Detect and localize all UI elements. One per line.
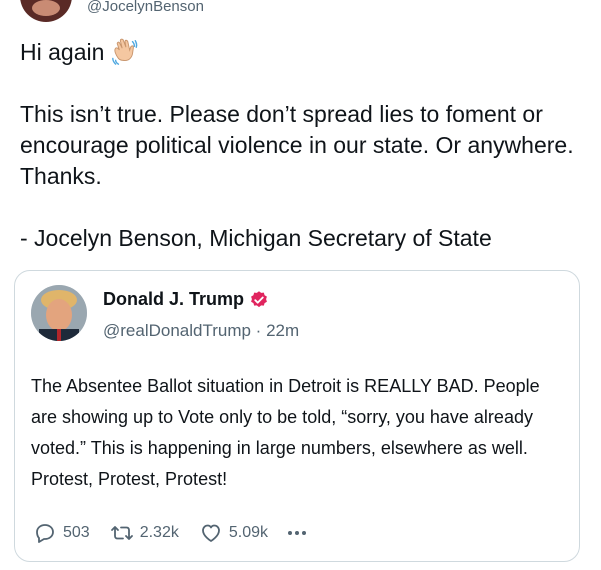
- retweet-button[interactable]: 2.32k: [110, 521, 179, 545]
- tweet-signature: - Jocelyn Benson, Michigan Secretary of …: [20, 225, 492, 251]
- retweet-icon: [110, 526, 133, 540]
- quoted-author-meta[interactable]: @realDonaldTrump · 22m: [103, 321, 299, 341]
- like-button[interactable]: 5.09k: [199, 521, 268, 545]
- reply-icon: [36, 524, 54, 543]
- retweet-count: 2.32k: [139, 524, 179, 541]
- author-avatar[interactable]: [20, 0, 72, 22]
- quoted-tweet-card[interactable]: Donald J. Trump @realDonaldTrump · 22m T…: [14, 270, 580, 562]
- author-handle[interactable]: @JocelynBenson: [87, 0, 204, 15]
- quoted-tweet-text: The Absentee Ballot situation in Detroit…: [31, 376, 540, 489]
- quoted-author-name[interactable]: Donald J. Trump: [103, 289, 269, 310]
- like-count: 5.09k: [228, 524, 268, 541]
- quoted-author-avatar[interactable]: [31, 285, 87, 341]
- waving-hand-icon: [112, 38, 138, 65]
- more-icon[interactable]: [287, 531, 306, 535]
- verified-badge-icon: [251, 290, 267, 307]
- heart-icon: [201, 524, 220, 542]
- tweet-line-1: Hi again: [20, 36, 580, 68]
- tweet-paragraph-2: This isn’t true. Please don’t spread lie…: [20, 101, 574, 189]
- reply-button[interactable]: 503: [33, 521, 90, 545]
- reply-count: 503: [63, 524, 90, 541]
- tweet-actions: 503 2.32k 5.09k: [33, 521, 306, 545]
- tweet-body: Hi again This isn’t true. Please don’t s…: [20, 36, 580, 254]
